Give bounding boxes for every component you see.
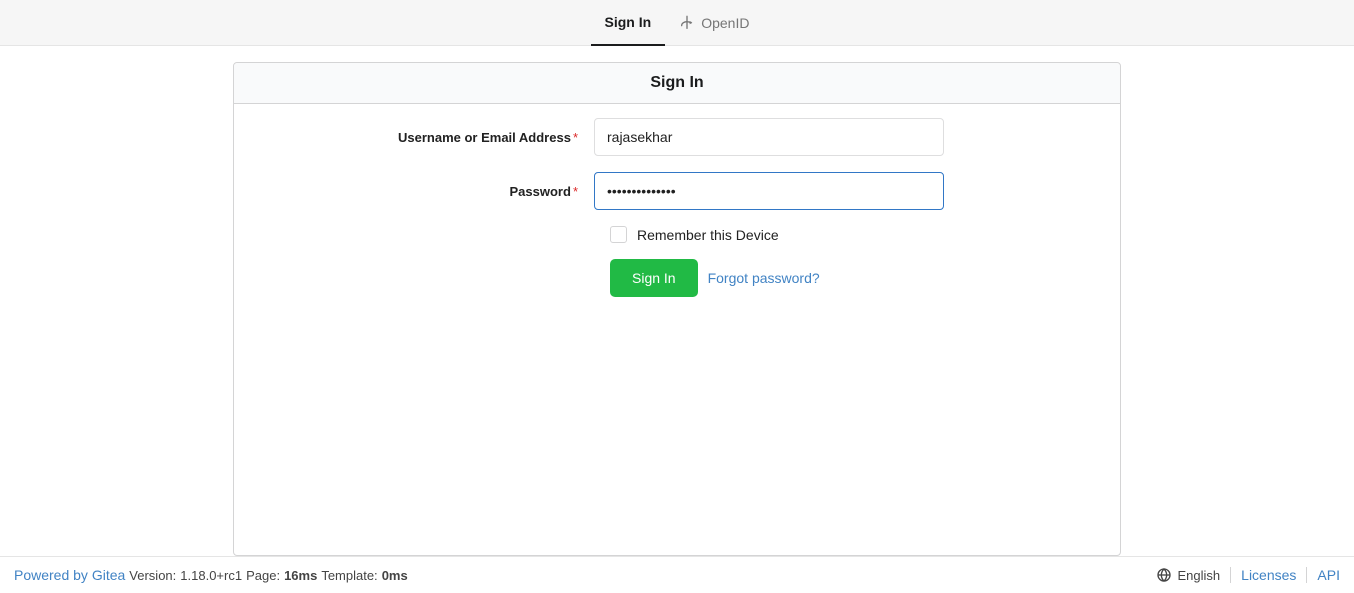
powered-by-link[interactable]: Powered by Gitea [14, 567, 125, 583]
footer-right: English Licenses API [1156, 567, 1340, 583]
panel-title: Sign In [234, 63, 1120, 104]
licenses-link[interactable]: Licenses [1241, 567, 1296, 583]
signin-form: Username or Email Address* Password* Rem… [234, 104, 1120, 319]
password-input[interactable] [594, 172, 944, 210]
template-value: 0ms [382, 568, 408, 583]
tab-signin[interactable]: Sign In [591, 0, 666, 46]
footer-divider [1230, 567, 1231, 583]
checkbox-box [610, 226, 627, 243]
remember-checkbox[interactable]: Remember this Device [610, 226, 779, 243]
language-selector[interactable]: English [1156, 567, 1221, 583]
page-label: Page: [246, 568, 280, 583]
version-value: 1.18.0+rc1 [180, 568, 242, 583]
api-link[interactable]: API [1317, 567, 1340, 583]
action-row: Sign In Forgot password? [250, 259, 1104, 297]
required-mark: * [573, 130, 578, 145]
signin-panel: Sign In Username or Email Address* Passw… [233, 62, 1121, 556]
username-input[interactable] [594, 118, 944, 156]
tab-openid[interactable]: OpenID [665, 0, 763, 46]
language-label: English [1178, 568, 1221, 583]
tab-signin-label: Sign In [605, 14, 652, 30]
page-value: 16ms [284, 568, 317, 583]
openid-icon [679, 15, 695, 31]
username-label: Username or Email Address* [250, 130, 594, 145]
template-label: Template: [321, 568, 377, 583]
username-row: Username or Email Address* [250, 118, 1104, 156]
main-content: Sign In Username or Email Address* Passw… [0, 46, 1354, 556]
signin-button[interactable]: Sign In [610, 259, 698, 297]
forgot-password-link[interactable]: Forgot password? [708, 270, 820, 286]
footer: Powered by Gitea Version: 1.18.0+rc1 Pag… [0, 556, 1354, 593]
password-label: Password* [250, 184, 594, 199]
footer-divider [1306, 567, 1307, 583]
tab-openid-label: OpenID [701, 15, 749, 31]
footer-left: Powered by Gitea Version: 1.18.0+rc1 Pag… [14, 567, 408, 583]
auth-tabs: Sign In OpenID [0, 0, 1354, 46]
globe-icon [1156, 567, 1172, 583]
password-row: Password* [250, 172, 1104, 210]
remember-label: Remember this Device [637, 227, 779, 243]
remember-row: Remember this Device [250, 226, 1104, 243]
required-mark: * [573, 184, 578, 199]
version-label: Version: [129, 568, 176, 583]
